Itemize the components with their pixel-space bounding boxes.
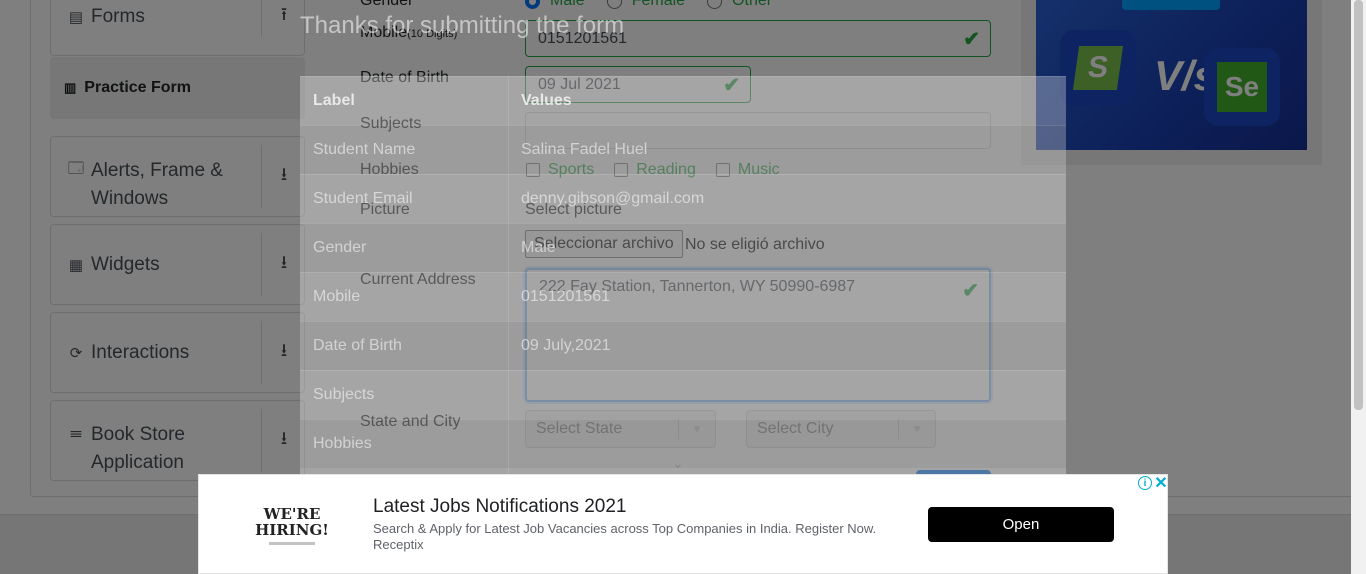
ad-title[interactable]: Latest Jobs Notifications 2021: [373, 496, 627, 518]
row-value: Male: [521, 239, 556, 256]
logo-text: HIRING!: [255, 520, 329, 539]
table-row: Subjects: [300, 370, 1066, 419]
row-label: Date of Birth: [313, 337, 402, 354]
row-label: Student Email: [313, 190, 413, 207]
row-value: 09 July,2021: [521, 337, 611, 354]
logo-text: WE'RE: [263, 504, 321, 523]
table-header: Label Values: [300, 76, 1066, 125]
row-value: 0151201561: [521, 288, 610, 305]
header-label: Label: [313, 92, 355, 109]
row-label: Gender: [313, 239, 367, 256]
ad-banner[interactable]: WE'RE HIRING! Latest Jobs Notifications …: [198, 474, 1168, 574]
table-row: Student Email denny.gibson@gmail.com: [300, 174, 1066, 223]
modal-title: Thanks for submitting the form: [300, 12, 625, 39]
header-values: Values: [521, 92, 572, 109]
ad-open-button[interactable]: Open: [928, 507, 1114, 542]
scrollbar-thumb[interactable]: [1354, 0, 1363, 410]
submission-modal: Thanks for submitting the form Label Val…: [300, 0, 1066, 474]
info-icon[interactable]: i: [1138, 476, 1152, 490]
row-value: Salina Fadel Huel: [521, 141, 648, 158]
table-row: Hobbies: [300, 419, 1066, 468]
row-label: Subjects: [313, 386, 375, 403]
modal-header: Thanks for submitting the form: [300, 0, 1066, 66]
ad-advertiser: Receptix: [373, 537, 424, 552]
close-icon[interactable]: ✕: [1154, 475, 1168, 492]
row-value: denny.gibson@gmail.com: [521, 190, 705, 207]
table-row: Gender Male: [300, 223, 1066, 272]
row-label: Mobile: [313, 288, 361, 305]
hiring-logo: WE'RE HIRING!: [255, 497, 329, 553]
row-label: Hobbies: [313, 435, 372, 452]
table-row: Date of Birth 09 July,2021: [300, 321, 1066, 370]
table-row: Student Name Salina Fadel Huel: [300, 125, 1066, 174]
scrollbar[interactable]: [1351, 0, 1366, 574]
ad-description: Search & Apply for Latest Job Vacancies …: [373, 521, 903, 553]
ad-description-text: Search & Apply for Latest Job Vacancies …: [373, 521, 877, 536]
logo-underline: [269, 541, 315, 545]
row-label: Student Name: [313, 141, 416, 158]
table-row: Mobile 0151201561: [300, 272, 1066, 321]
